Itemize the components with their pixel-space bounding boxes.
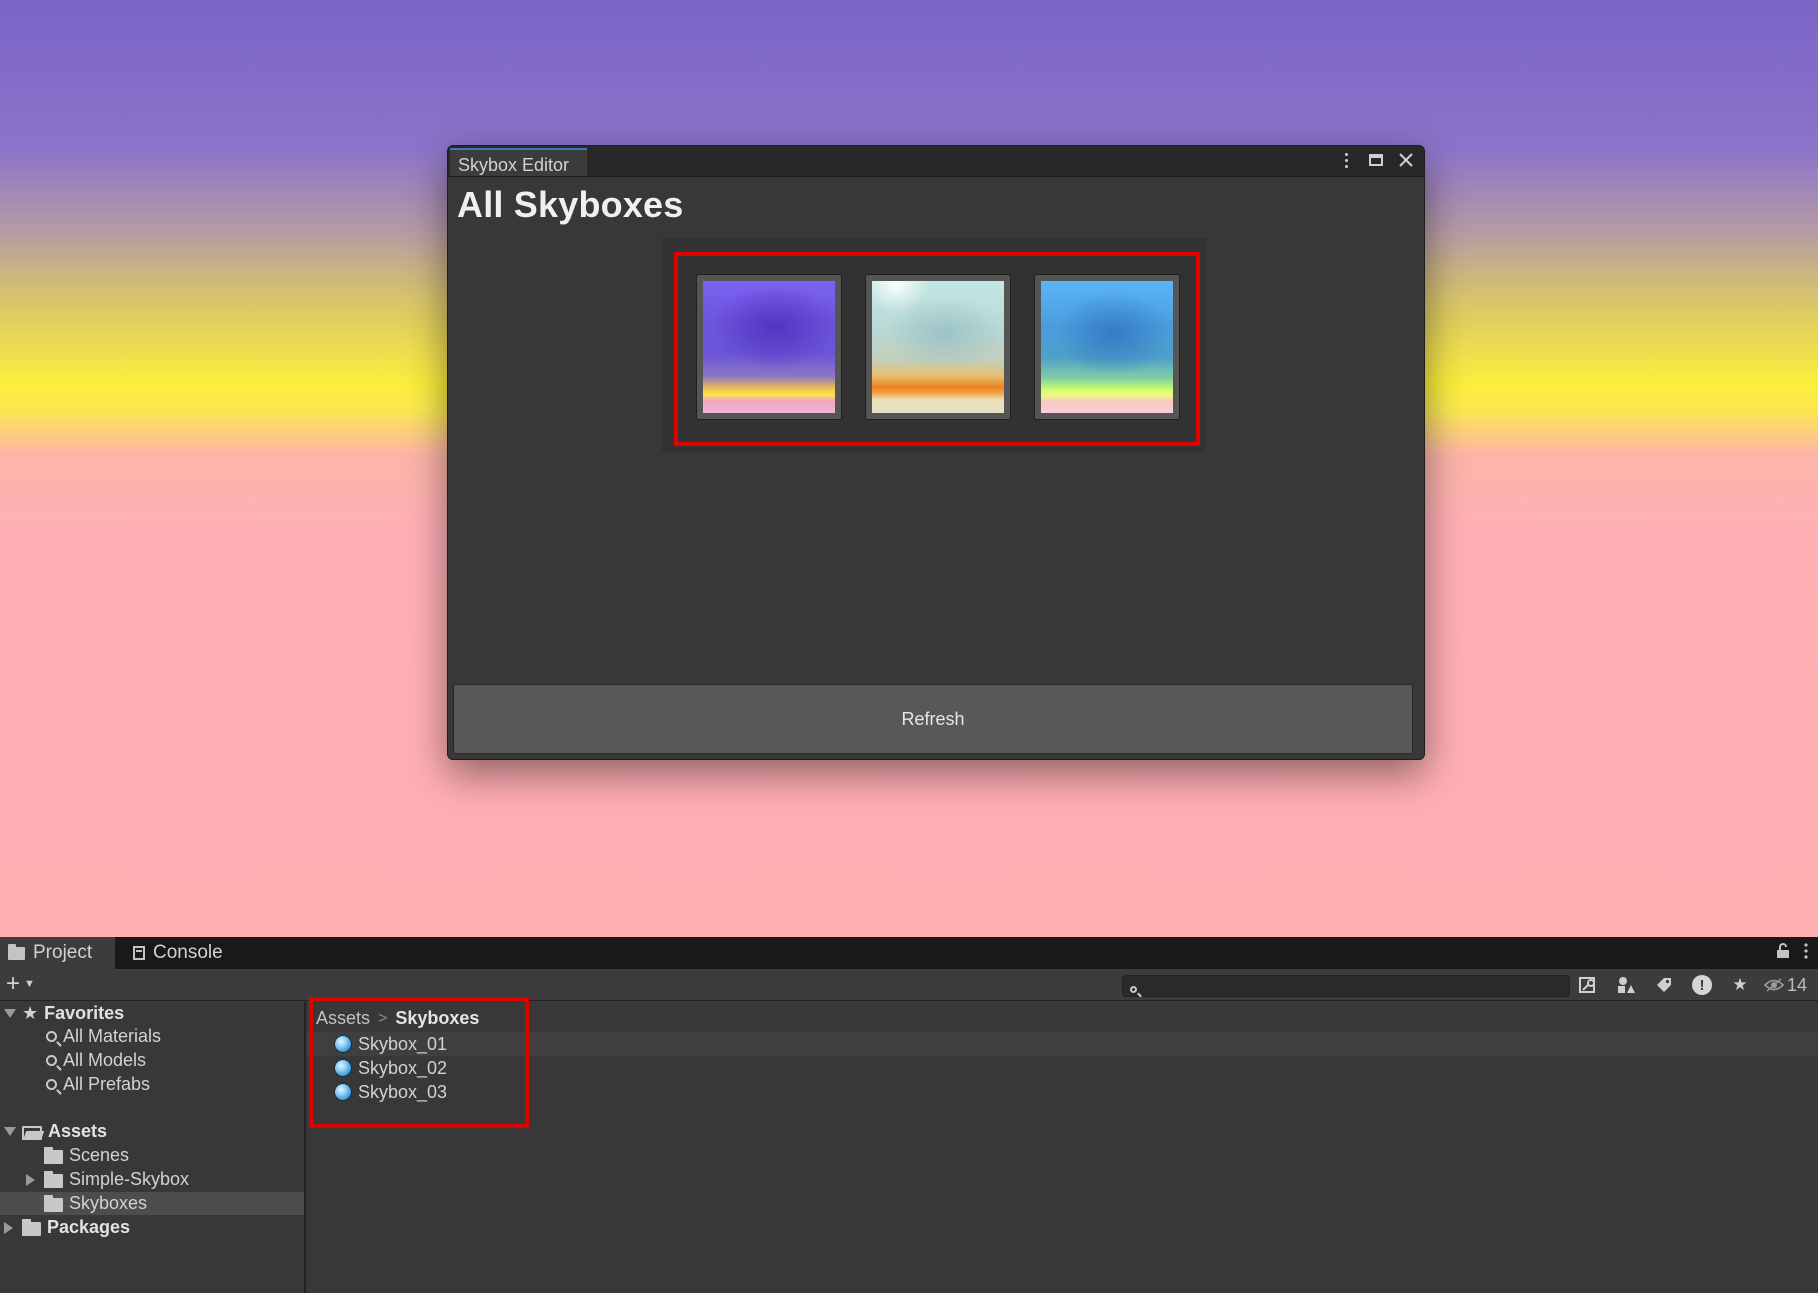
material-icon <box>334 1083 352 1101</box>
panel-tab-actions <box>1776 943 1808 964</box>
asset-item-label: Skybox_02 <box>358 1057 448 1078</box>
favorites-star-icon[interactable]: ★ <box>1726 973 1754 997</box>
search-icon <box>1130 980 1137 998</box>
search-icon <box>46 1031 57 1042</box>
folder-tree: ★ Favorites All Materials All Models All… <box>0 1002 306 1293</box>
folder-icon <box>22 1218 41 1236</box>
hidden-packages-count: 14 <box>1787 974 1808 995</box>
thumbnails-highlight-box <box>674 252 1200 446</box>
tree-item-skyboxes[interactable]: Skyboxes <box>0 1192 304 1215</box>
tree-item-label: Assets <box>48 1121 108 1141</box>
maximize-icon[interactable] <box>1366 149 1386 171</box>
breadcrumb-current[interactable]: Skyboxes <box>395 1008 479 1029</box>
asset-item-label: Skybox_01 <box>358 1033 448 1054</box>
page-title: All Skyboxes <box>457 184 684 225</box>
breadcrumb: Assets > Skyboxes <box>316 1008 479 1029</box>
tree-item-label: Favorites <box>44 1003 125 1023</box>
close-icon[interactable] <box>1396 149 1416 171</box>
project-panel: Project Console + ▼ ! ★ 14 ★ Favorites A… <box>0 937 1818 1293</box>
tree-item-assets[interactable]: Assets <box>4 1120 107 1143</box>
search-icon <box>46 1079 57 1090</box>
filter-by-label-icon[interactable] <box>1650 973 1678 997</box>
refresh-button[interactable]: Refresh <box>453 684 1413 754</box>
tree-item-label: All Models <box>63 1050 147 1070</box>
skybox-editor-window: Skybox Editor All Skyboxes Refresh <box>447 145 1425 760</box>
search-by-type-icon[interactable] <box>1574 973 1602 997</box>
asset-item-skybox-01[interactable]: Skybox_01 <box>306 1032 1818 1056</box>
filter-by-type-icon[interactable] <box>1612 973 1640 997</box>
asset-item-skybox-02[interactable]: Skybox_02 <box>306 1056 1818 1080</box>
hidden-packages-toggle[interactable]: 14 <box>1764 975 1807 996</box>
tree-item-favorites[interactable]: ★ Favorites <box>4 1002 124 1025</box>
asset-item-label: Skybox_03 <box>358 1081 448 1102</box>
tree-item-label: Scenes <box>69 1145 130 1165</box>
tab-console-label: Console <box>153 942 223 963</box>
window-controls <box>1336 149 1416 171</box>
plus-icon: + <box>6 970 21 997</box>
search-input[interactable] <box>1122 975 1570 997</box>
create-dropdown-button[interactable]: + ▼ <box>6 971 35 997</box>
panel-tab-bar: Project Console <box>0 937 1818 969</box>
folder-icon <box>44 1146 63 1164</box>
tree-item-all-prefabs[interactable]: All Prefabs <box>46 1073 150 1096</box>
chevron-right-icon[interactable] <box>4 1221 13 1234</box>
tree-item-scenes[interactable]: Scenes <box>44 1144 129 1167</box>
folder-icon <box>44 1194 63 1212</box>
editor-titlebar: Skybox Editor <box>448 146 1424 177</box>
chevron-down-icon[interactable] <box>4 1127 16 1136</box>
tree-item-simple-skybox[interactable]: Simple-Skybox <box>26 1168 189 1191</box>
tree-item-label: Simple-Skybox <box>69 1169 190 1189</box>
folder-icon <box>44 1170 63 1188</box>
chevron-right-icon[interactable] <box>26 1173 35 1186</box>
tree-item-label: Packages <box>47 1217 131 1237</box>
lock-icon[interactable] <box>1776 943 1790 964</box>
star-icon: ★ <box>22 1003 39 1023</box>
tree-item-label: All Materials <box>63 1026 162 1046</box>
tree-item-packages[interactable]: Packages <box>4 1216 130 1239</box>
folder-icon <box>8 943 25 960</box>
tree-item-label: All Prefabs <box>63 1074 151 1094</box>
console-icon <box>133 946 145 960</box>
tree-item-all-models[interactable]: All Models <box>46 1049 146 1072</box>
material-icon <box>334 1059 352 1077</box>
tab-project[interactable]: Project <box>0 937 115 969</box>
material-icon <box>334 1035 352 1053</box>
tab-console[interactable]: Console <box>125 937 231 969</box>
tree-item-label: Skyboxes <box>69 1193 148 1213</box>
asset-list-pane: Assets > Skyboxes Skybox_01 Skybox_02 Sk… <box>306 1002 1818 1293</box>
more-options-icon[interactable] <box>1336 149 1356 171</box>
asset-item-skybox-03[interactable]: Skybox_03 <box>306 1080 1818 1104</box>
chevron-down-icon: ▼ <box>24 978 35 990</box>
search-icon <box>46 1055 57 1066</box>
log-types-icon[interactable]: ! <box>1688 973 1716 997</box>
folder-open-icon <box>22 1125 42 1140</box>
chevron-right-icon: > <box>378 1009 388 1027</box>
tab-project-label: Project <box>33 942 93 963</box>
chevron-down-icon[interactable] <box>4 1009 16 1018</box>
tree-item-all-materials[interactable]: All Materials <box>46 1025 161 1048</box>
project-toolbar: + ▼ ! ★ 14 <box>0 969 1818 1001</box>
more-options-icon[interactable] <box>1804 943 1808 964</box>
toolbar-icon-group: ! ★ 14 <box>1574 973 1807 997</box>
editor-tab[interactable]: Skybox Editor <box>450 148 588 176</box>
breadcrumb-root[interactable]: Assets <box>316 1008 370 1029</box>
eye-icon <box>1764 978 1784 992</box>
